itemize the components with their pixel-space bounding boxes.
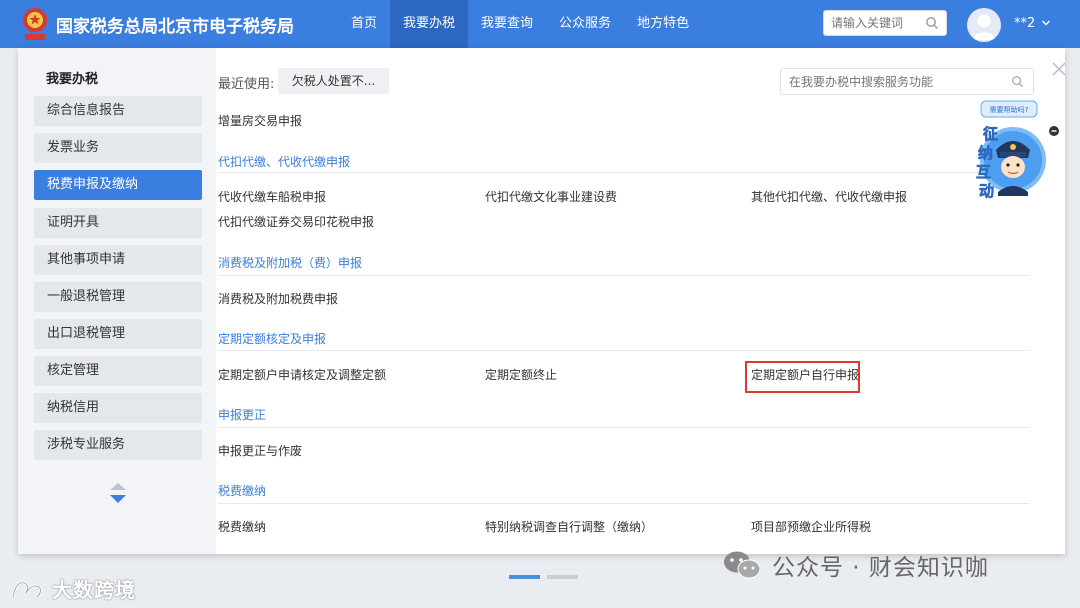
search-icon[interactable] — [1011, 75, 1024, 88]
link-culture-fee[interactable]: 代扣代缴文化事业建设费 — [485, 188, 617, 205]
section-title-payment: 税费缴纳 — [218, 484, 267, 498]
user-icon — [972, 14, 996, 40]
link-quota-adjust[interactable]: 定期定额户申请核定及调整定额 — [218, 366, 386, 383]
watermark-right: 公众号 · 财会知识咖 — [722, 548, 989, 582]
divider — [218, 350, 1030, 351]
sidebar-item-invoice[interactable]: 发票业务 — [34, 133, 202, 163]
nav-home[interactable]: 首页 — [338, 0, 390, 48]
sidebar: 我要办税 综合信息报告 发票业务 税费申报及缴纳 证明开具 其他事项申请 一般退… — [18, 48, 216, 554]
mascot-char-3: 互 — [976, 163, 991, 181]
link-vehicle-tax[interactable]: 代收代缴车船税申报 — [218, 188, 326, 205]
watermark-logo-icon — [11, 581, 42, 598]
divider — [218, 275, 1030, 276]
sidebar-item-certificate[interactable]: 证明开具 — [34, 208, 202, 238]
divider — [218, 427, 1030, 428]
sidebar-item-refund[interactable]: 一般退税管理 — [34, 282, 202, 312]
mascot-char-2: 纳 — [978, 144, 993, 162]
user-name[interactable]: **2 — [1014, 16, 1035, 31]
section-title-withholding: 代扣代缴、代收代缴申报 — [218, 155, 351, 169]
link-consumption-tax[interactable]: 消费税及附加税费申报 — [218, 290, 338, 307]
site-title[interactable]: 国家税务总局北京市电子税务局 — [56, 12, 294, 37]
divider — [218, 503, 1030, 504]
sidebar-item-credit[interactable]: 纳税信用 — [34, 393, 202, 423]
scroll-arrows-icon[interactable] — [108, 482, 128, 506]
link-correction-void[interactable]: 申报更正与作废 — [218, 442, 302, 459]
nav-do-tax[interactable]: 我要办税 — [390, 0, 469, 48]
link-quota-terminate[interactable]: 定期定额终止 — [485, 366, 557, 383]
link-stamp-duty[interactable]: 代扣代缴证券交易印花税申报 — [218, 213, 374, 230]
sidebar-title: 我要办税 — [46, 72, 99, 87]
nav-public-service[interactable]: 公众服务 — [546, 0, 624, 48]
mascot-char-1: 征 — [983, 125, 998, 143]
close-icon[interactable] — [1052, 62, 1066, 76]
sidebar-item-professional[interactable]: 涉税专业服务 — [34, 430, 202, 460]
link-special-adjust[interactable]: 特别纳税调查自行调整（缴纳） — [485, 518, 653, 535]
top-header: 国家税务总局北京市电子税务局 首页 我要办税 我要查询 公众服务 地方特色 **… — [0, 0, 1080, 48]
watermark-left: 大数跨境 — [10, 574, 136, 603]
nav-query[interactable]: 我要查询 — [468, 0, 546, 48]
carousel-dot-1[interactable] — [509, 575, 540, 579]
mascot-officer-icon: 需要帮助吗? 征 纳 互 动 — [976, 100, 1059, 200]
link-tax-payment[interactable]: 税费缴纳 — [218, 518, 266, 535]
divider — [218, 172, 1030, 173]
service-search — [780, 68, 1034, 95]
sidebar-item-assessment[interactable]: 核定管理 — [34, 356, 202, 386]
main-nav: 首页 我要办税 我要查询 公众服务 地方特色 — [338, 0, 702, 48]
avatar[interactable] — [967, 8, 1001, 42]
link-prepay-income-tax[interactable]: 项目部预缴企业所得税 — [751, 518, 871, 535]
header-search — [823, 10, 947, 36]
mascot-bubble: 需要帮助吗? — [990, 105, 1029, 114]
watermark-right-text: 公众号 · 财会知识咖 — [772, 555, 989, 581]
link-quota-self-declare[interactable]: 定期定额户自行申报 — [751, 366, 859, 383]
section-title-fixed-quota: 定期定额核定及申报 — [218, 332, 327, 346]
section-title-consumption-tax: 消费税及附加税（费）申报 — [218, 256, 363, 270]
mascot-char-4: 动 — [979, 182, 994, 200]
link-other-withholding[interactable]: 其他代扣代缴、代收代缴申报 — [751, 188, 907, 205]
recent-label: 最近使用: — [218, 77, 275, 92]
link-incremental-housing[interactable]: 增量房交易申报 — [218, 112, 302, 129]
carousel-dot-2[interactable] — [547, 575, 578, 579]
search-icon[interactable] — [925, 16, 939, 30]
sidebar-item-export-refund[interactable]: 出口退税管理 — [34, 319, 202, 349]
section-title-correction: 申报更正 — [218, 408, 267, 422]
sidebar-item-other-apply[interactable]: 其他事项申请 — [34, 245, 202, 275]
service-search-input[interactable] — [781, 69, 1009, 94]
recent-item-chip[interactable]: 欠税人处置不... — [278, 68, 389, 94]
header-search-input[interactable] — [824, 11, 927, 35]
wechat-icon — [724, 551, 761, 579]
tax-emblem-icon — [23, 8, 47, 40]
assistant-mascot[interactable]: 需要帮助吗? 征 纳 互 动 — [956, 100, 1062, 248]
sidebar-item-tax-filing[interactable]: 税费申报及缴纳 — [34, 170, 202, 200]
service-panel: 我要办税 综合信息报告 发票业务 税费申报及缴纳 证明开具 其他事项申请 一般退… — [18, 48, 1066, 554]
sidebar-item-info-report[interactable]: 综合信息报告 — [34, 96, 202, 126]
nav-local-features[interactable]: 地方特色 — [624, 0, 702, 48]
carousel-dots — [509, 575, 578, 579]
watermark-left-text: 大数跨境 — [52, 578, 136, 602]
chevron-down-icon[interactable] — [1041, 18, 1051, 28]
